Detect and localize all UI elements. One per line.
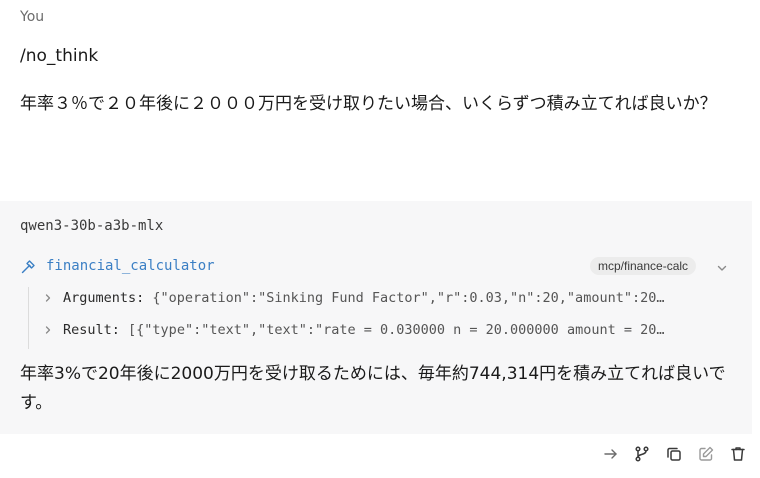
hammer-icon (20, 259, 36, 275)
tool-server-badge: mcp/finance-calc (590, 257, 697, 275)
user-label: You (20, 9, 45, 25)
result-label: Result: (63, 322, 120, 338)
copy-icon[interactable] (665, 445, 683, 463)
result-row[interactable]: Result: [{"type":"text","text":"rate = 0… (43, 321, 733, 339)
message-actions (600, 445, 750, 465)
assistant-answer: 年率3%で20年後に2000万円を受け取るためには、毎年約744,314円を積み… (20, 364, 726, 413)
forward-icon[interactable] (602, 445, 620, 463)
branch-icon[interactable] (633, 445, 651, 463)
edit-icon[interactable] (697, 445, 715, 463)
user-command: /no_think (20, 46, 99, 66)
model-name: qwen3-30b-a3b-mlx (20, 218, 164, 234)
chevron-right-icon (43, 321, 55, 339)
arguments-row[interactable]: Arguments: {"operation":"Sinking Fund Fa… (43, 289, 733, 307)
user-question: 年率３％で２０年後に２０００万円を受け取りたい場合、いくらずつ積み立てれば良いか… (20, 94, 717, 114)
assistant-message: qwen3-30b-a3b-mlx financial_calculator m… (0, 201, 752, 434)
tool-call-details: Arguments: {"operation":"Sinking Fund Fa… (28, 287, 729, 349)
tool-call-header[interactable]: financial_calculator mcp/finance-calc (20, 257, 730, 278)
chevron-right-icon (43, 289, 55, 307)
tool-name-link[interactable]: financial_calculator (46, 258, 215, 274)
trash-icon[interactable] (729, 445, 747, 463)
arguments-value: {"operation":"Sinking Fund Factor","r":0… (152, 290, 665, 306)
result-value: [{"type":"text","text":"rate = 0.030000 … (128, 322, 665, 338)
arguments-label: Arguments: (63, 290, 145, 306)
chevron-down-icon[interactable] (715, 260, 729, 274)
